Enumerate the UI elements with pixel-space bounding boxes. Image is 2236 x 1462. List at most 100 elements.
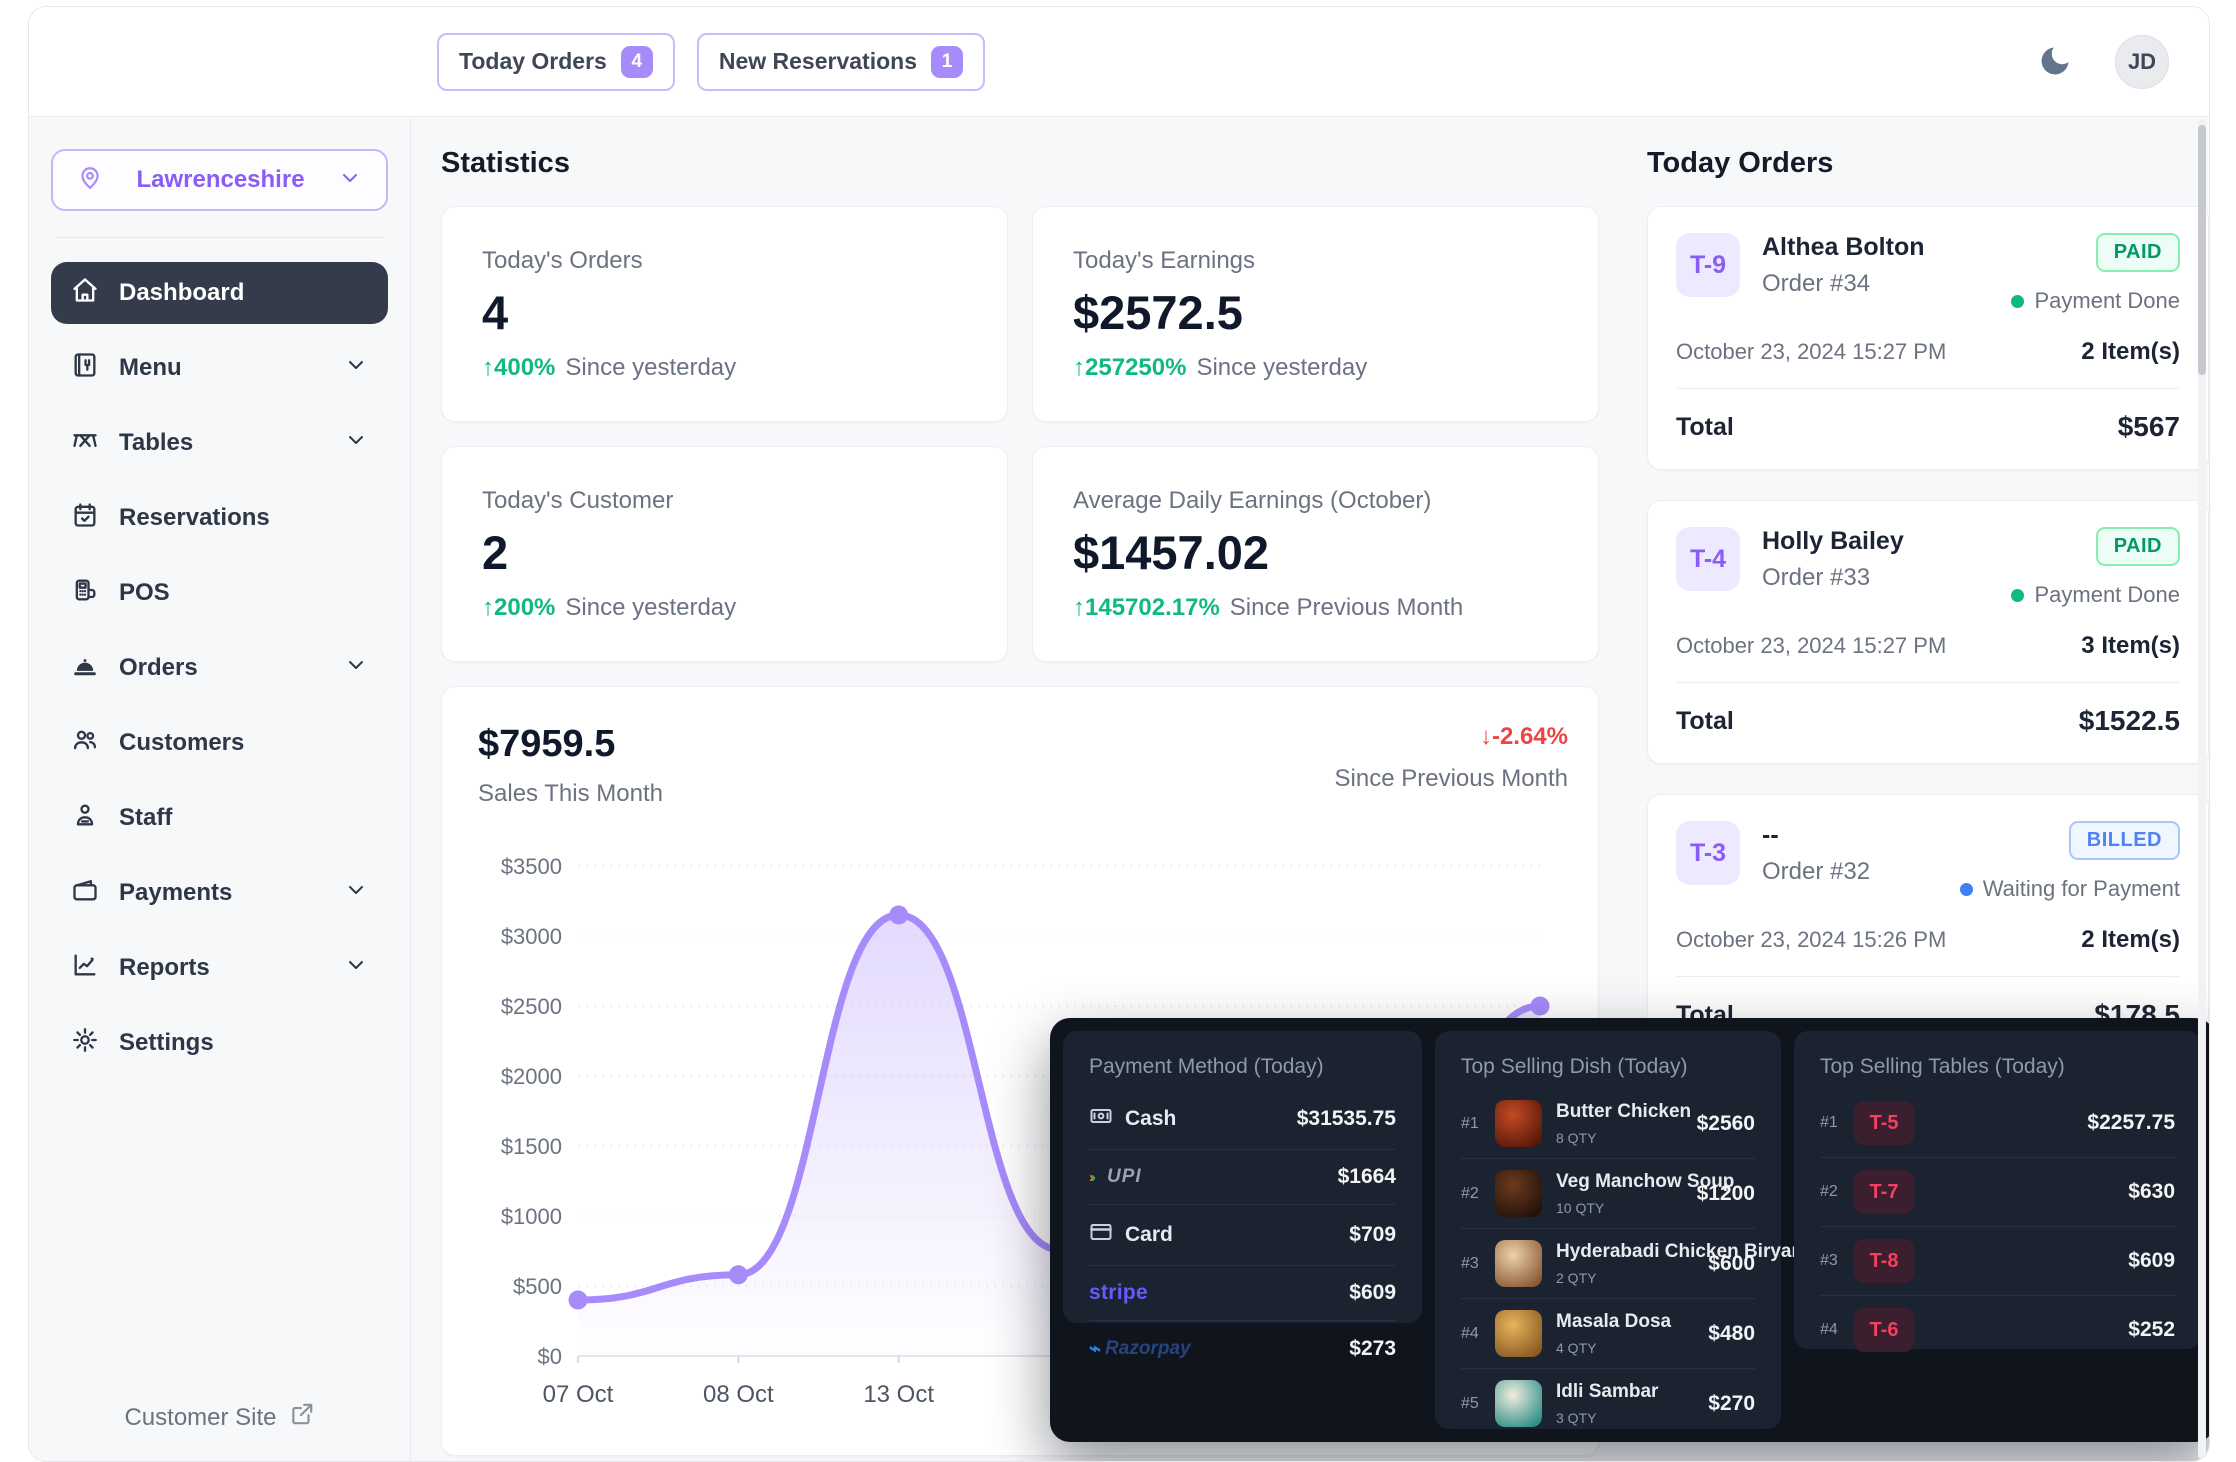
sidebar-item-label: POS	[119, 579, 170, 607]
location-label: Lawrenceshire	[136, 166, 304, 194]
svg-text:13 Oct: 13 Oct	[863, 1381, 934, 1408]
sidebar-item-reservations[interactable]: Reservations	[51, 487, 388, 549]
sidebar-item-tables[interactable]: Tables	[51, 412, 388, 474]
topbar-right: JD	[2033, 7, 2169, 117]
sidebar-item-pos[interactable]: POS	[51, 562, 388, 624]
statistics-heading: Statistics	[441, 147, 1599, 180]
divider	[1676, 976, 2180, 977]
dish-row: #2 Veg Manchow Soup10 QTY $1200	[1461, 1159, 1755, 1229]
sidebar-item-customers[interactable]: Customers	[51, 712, 388, 774]
stat-delta: ↑145702.17%	[1073, 594, 1220, 621]
dish-amount: $270	[1698, 1392, 1755, 1416]
dish-qty: 10 QTY	[1556, 1200, 1687, 1216]
chevron-down-icon	[344, 878, 368, 909]
new-reservations-button[interactable]: New Reservations 1	[697, 33, 985, 91]
sidebar-item-label: Reports	[119, 954, 210, 982]
payment-amount: $609	[1349, 1281, 1396, 1305]
dashboard-page: Today Orders 4 New Reservations 1 JD	[0, 0, 2236, 1462]
topbar: Today Orders 4 New Reservations 1 JD	[29, 7, 2209, 117]
sidebar-item-label: Orders	[119, 654, 198, 682]
payment-row: Cash $31535.75	[1089, 1089, 1396, 1150]
stat-label: Average Daily Earnings (October)	[1073, 487, 1558, 515]
external-link-icon	[289, 1401, 315, 1434]
svg-text:$3500: $3500	[501, 854, 562, 879]
order-card[interactable]: T-4 Holly Bailey Order #33 PAID Payment …	[1647, 500, 2209, 764]
dish-row: #1 Butter Chicken8 QTY $2560	[1461, 1089, 1755, 1159]
payment-status: Waiting for Payment	[1960, 876, 2180, 902]
sidebar-item-staff[interactable]: Staff	[51, 787, 388, 849]
order-number: Order #33	[1762, 564, 1904, 592]
users-icon	[71, 726, 99, 761]
sidebar-item-label: Payments	[119, 879, 232, 907]
chevron-down-icon	[338, 166, 362, 195]
payment-amount: $709	[1349, 1223, 1396, 1247]
rank-label: #5	[1461, 1395, 1495, 1413]
stat-delta-row: ↑200%Since yesterday	[482, 594, 967, 622]
sidebar-item-label: Staff	[119, 804, 172, 832]
dish-qty: 4 QTY	[1556, 1340, 1671, 1356]
upi-icon: ››	[1089, 1169, 1093, 1186]
stat-delta-row: ↑145702.17%Since Previous Month	[1073, 594, 1558, 622]
calendar-check-icon	[71, 501, 99, 536]
stat-value: $1457.02	[1073, 525, 1558, 580]
stats-grid: Today's Orders 4 ↑400%Since yesterday To…	[441, 206, 1599, 662]
today-orders-button[interactable]: Today Orders 4	[437, 33, 675, 91]
sidebar-item-dashboard[interactable]: Dashboard	[51, 262, 388, 324]
dish-amount: $1200	[1687, 1182, 1755, 1206]
menu-book-icon	[71, 351, 99, 386]
stat-note: Since yesterday	[1196, 354, 1367, 381]
payment-amount: $273	[1349, 1337, 1396, 1361]
sidebar-item-label: Settings	[119, 1029, 214, 1057]
table-chip: T-7	[1854, 1170, 1914, 1214]
table-row: #1 T-5 $2257.75	[1820, 1089, 2175, 1158]
chevron-down-icon	[344, 353, 368, 384]
sidebar-item-label: Tables	[119, 429, 193, 457]
wallet-icon	[71, 876, 99, 911]
stat-label: Today's Customer	[482, 487, 967, 515]
table-row: #2 T-7 $630	[1820, 1158, 2175, 1227]
order-items-count: 2 Item(s)	[2081, 926, 2180, 954]
dark-mode-toggle[interactable]	[2033, 40, 2077, 84]
today-orders-button-label: Today Orders	[459, 48, 607, 75]
sidebar-item-settings[interactable]: Settings	[51, 1012, 388, 1074]
status-dot	[2011, 295, 2024, 308]
sidebar-item-reports[interactable]: Reports	[51, 937, 388, 999]
rank-label: #1	[1820, 1114, 1854, 1132]
stat-value: $2572.5	[1073, 285, 1558, 340]
top-selling-tables-heading: Top Selling Tables (Today)	[1820, 1055, 2175, 1079]
customer-site-link[interactable]: Customer Site	[29, 1401, 410, 1434]
total-label: Total	[1676, 413, 1734, 442]
order-datetime: October 23, 2024 15:27 PM	[1676, 633, 1946, 659]
rank-label: #2	[1820, 1183, 1854, 1201]
scrollbar[interactable]	[2198, 125, 2206, 375]
rank-label: #1	[1461, 1115, 1495, 1133]
table-chip: T-4	[1676, 527, 1740, 591]
location-selector[interactable]: Lawrenceshire	[51, 149, 388, 211]
today-orders-count-badge: 4	[621, 46, 653, 78]
chevron-down-icon	[344, 653, 368, 684]
table-chip: T-3	[1676, 821, 1740, 885]
sidebar-item-orders[interactable]: Orders	[51, 637, 388, 699]
svg-text:07 Oct: 07 Oct	[543, 1381, 614, 1408]
payment-status: Payment Done	[2011, 288, 2180, 314]
stat-value: 2	[482, 525, 967, 580]
sidebar-item-label: Menu	[119, 354, 182, 382]
stat-card-todays-customer: Today's Customer 2 ↑200%Since yesterday	[441, 446, 1008, 662]
sidebar-item-label: Dashboard	[119, 279, 244, 307]
sidebar-item-payments[interactable]: Payments	[51, 862, 388, 924]
avatar[interactable]: JD	[2115, 35, 2169, 89]
card-icon	[1089, 1220, 1113, 1250]
sidebar-item-menu[interactable]: Menu	[51, 337, 388, 399]
dish-name: Masala Dosa	[1556, 1311, 1671, 1333]
stat-delta-row: ↑257250%Since yesterday	[1073, 354, 1558, 382]
dish-image	[1495, 1240, 1542, 1287]
chart-subtitle: Sales This Month	[478, 780, 663, 808]
new-reservations-button-label: New Reservations	[719, 48, 917, 75]
stat-card-todays-earnings: Today's Earnings $2572.5 ↑257250%Since y…	[1032, 206, 1599, 422]
map-pin-icon	[77, 165, 103, 196]
chart-delta-note: Since Previous Month	[1335, 765, 1568, 793]
dish-amount: $2560	[1687, 1112, 1755, 1136]
order-card[interactable]: T-9 Althea Bolton Order #34 PAID Payment…	[1647, 206, 2209, 470]
payment-method-heading: Payment Method (Today)	[1089, 1055, 1396, 1079]
dish-row: #5 Idli Sambar3 QTY $270	[1461, 1369, 1755, 1438]
